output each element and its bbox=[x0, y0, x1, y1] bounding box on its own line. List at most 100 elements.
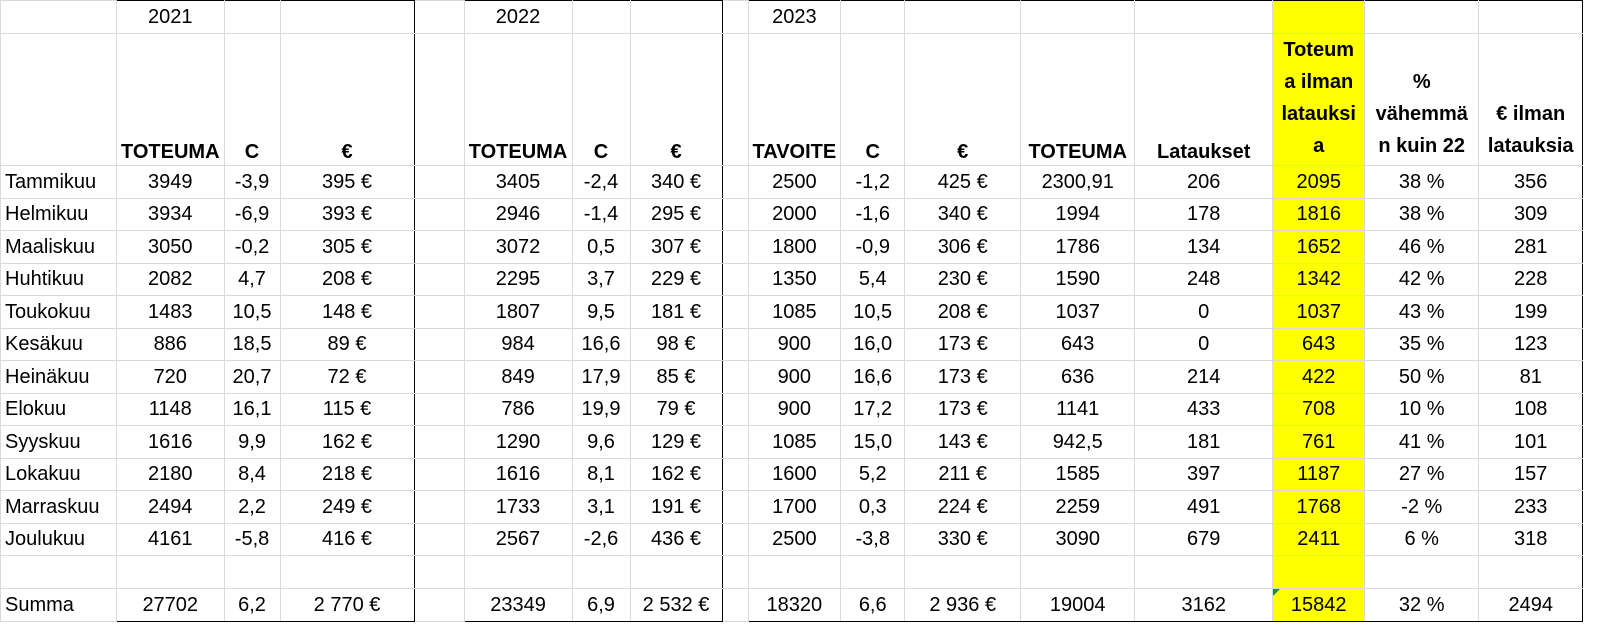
cell-c-2021[interactable]: 10,5 bbox=[223, 295, 281, 329]
cell-eur-2021[interactable]: 89 € bbox=[279, 327, 415, 361]
cell-tavoite-2023[interactable]: 2000 bbox=[747, 197, 842, 231]
cell-lataukset[interactable]: 214 bbox=[1134, 360, 1274, 394]
cell-toteuma-2022[interactable]: 1290 bbox=[463, 425, 573, 459]
cell-lataukset[interactable]: 491 bbox=[1134, 490, 1274, 524]
cell[interactable] bbox=[721, 327, 749, 361]
header-toteuma-2022[interactable]: TOTEUMA bbox=[463, 33, 573, 166]
cell-toteuma-ilman-latauksia[interactable]: 708 bbox=[1272, 392, 1366, 426]
cell-toteuma-2022[interactable]: 2567 bbox=[463, 522, 573, 556]
year-2023-label[interactable]: 2023 bbox=[747, 0, 842, 34]
cell[interactable] bbox=[721, 457, 749, 491]
cell-eur-2022[interactable]: 191 € bbox=[629, 490, 723, 524]
cell-toteuma-2021[interactable]: 1483 bbox=[116, 295, 225, 329]
cell-toteuma-ilman-latauksia[interactable]: 1187 bbox=[1272, 457, 1366, 491]
cell-percent-less-than-22[interactable]: 10 % bbox=[1364, 392, 1480, 426]
cell[interactable] bbox=[1272, 0, 1366, 34]
cell-eur-2023[interactable]: 208 € bbox=[904, 295, 1022, 329]
cell-toteuma-ilman-latauksia[interactable]: 2411 bbox=[1272, 522, 1366, 556]
cell-c-2023[interactable]: 0,3 bbox=[840, 490, 906, 524]
cell-percent-less-than-22[interactable]: 6 % bbox=[1364, 522, 1480, 556]
cell-toteuma-2021[interactable]: 4161 bbox=[116, 522, 225, 556]
cell-lataukset[interactable]: 178 bbox=[1134, 197, 1274, 231]
cell[interactable] bbox=[721, 165, 749, 199]
cell-toteuma-2021[interactable]: 886 bbox=[116, 327, 225, 361]
cell-c-2023[interactable]: 5,2 bbox=[840, 457, 906, 491]
cell[interactable] bbox=[721, 555, 749, 589]
cell[interactable] bbox=[840, 555, 906, 589]
cell-toteuma-2022[interactable]: 1807 bbox=[463, 295, 573, 329]
header-percent-less-than-22[interactable]: % vähemmä n kuin 22 bbox=[1364, 33, 1480, 166]
cell-tavoite-2023[interactable]: 1700 bbox=[747, 490, 842, 524]
cell-c-2021[interactable]: -6,9 bbox=[223, 197, 281, 231]
cell-toteuma-2023[interactable]: 19004 bbox=[1020, 588, 1136, 622]
cell-lataukset[interactable]: 206 bbox=[1134, 165, 1274, 199]
cell-toteuma-2023[interactable]: 3090 bbox=[1020, 522, 1136, 556]
cell-eur-2021[interactable]: 218 € bbox=[279, 457, 415, 491]
cell[interactable] bbox=[223, 0, 281, 34]
cell-eur-2022[interactable]: 85 € bbox=[629, 360, 723, 394]
cell-eur-2023[interactable]: 224 € bbox=[904, 490, 1022, 524]
cell-percent-less-than-22[interactable]: -2 % bbox=[1364, 490, 1480, 524]
cell-eur-2021[interactable]: 305 € bbox=[279, 230, 415, 264]
cell-toteuma-ilman-latauksia[interactable]: 1037 bbox=[1272, 295, 1366, 329]
cell-eur-2023[interactable]: 306 € bbox=[904, 230, 1022, 264]
cell-eur-2022[interactable]: 295 € bbox=[629, 197, 723, 231]
cell-eur-ilman-latauksia[interactable]: 108 bbox=[1478, 392, 1584, 426]
cell-eur-2022[interactable]: 79 € bbox=[629, 392, 723, 426]
cell[interactable] bbox=[0, 0, 117, 34]
cell-c-2023[interactable]: -1,2 bbox=[840, 165, 906, 199]
cell-eur-2021[interactable]: 393 € bbox=[279, 197, 415, 231]
cell[interactable] bbox=[116, 555, 225, 589]
cell-eur-2022[interactable]: 181 € bbox=[629, 295, 723, 329]
cell[interactable] bbox=[721, 392, 749, 426]
cell-c-2022[interactable]: 3,7 bbox=[571, 262, 631, 296]
cell-c-2022[interactable]: 19,9 bbox=[571, 392, 631, 426]
cell-eur-2022[interactable]: 2 532 € bbox=[629, 588, 723, 622]
cell[interactable] bbox=[413, 490, 465, 524]
cell-eur-ilman-latauksia[interactable]: 233 bbox=[1478, 490, 1584, 524]
cell-eur-2021[interactable]: 208 € bbox=[279, 262, 415, 296]
cell-toteuma-2023[interactable]: 1141 bbox=[1020, 392, 1136, 426]
cell[interactable] bbox=[413, 0, 465, 34]
cell-tavoite-2023[interactable]: 1600 bbox=[747, 457, 842, 491]
cell-toteuma-ilman-latauksia[interactable]: 1816 bbox=[1272, 197, 1366, 231]
cell-tavoite-2023[interactable]: 1800 bbox=[747, 230, 842, 264]
cell[interactable] bbox=[413, 588, 465, 622]
cell-toteuma-2022[interactable]: 3405 bbox=[463, 165, 573, 199]
cell[interactable] bbox=[721, 425, 749, 459]
cell-c-2021[interactable]: 6,2 bbox=[223, 588, 281, 622]
cell[interactable] bbox=[721, 588, 749, 622]
cell-percent-less-than-22[interactable]: 27 % bbox=[1364, 457, 1480, 491]
month-label[interactable]: Kesäkuu bbox=[0, 327, 117, 361]
month-label[interactable]: Huhtikuu bbox=[0, 262, 117, 296]
cell-toteuma-2023[interactable]: 942,5 bbox=[1020, 425, 1136, 459]
cell-percent-less-than-22[interactable]: 35 % bbox=[1364, 327, 1480, 361]
cell-percent-less-than-22[interactable]: 42 % bbox=[1364, 262, 1480, 296]
cell-toteuma-ilman-latauksia[interactable]: 1652 bbox=[1272, 230, 1366, 264]
cell-toteuma-2022[interactable]: 2295 bbox=[463, 262, 573, 296]
cell-c-2021[interactable]: -3,9 bbox=[223, 165, 281, 199]
cell-toteuma-2022[interactable]: 23349 bbox=[463, 588, 573, 622]
cell-tavoite-2023[interactable]: 2500 bbox=[747, 165, 842, 199]
cell[interactable] bbox=[721, 295, 749, 329]
cell-c-2022[interactable]: 9,5 bbox=[571, 295, 631, 329]
year-2022-label[interactable]: 2022 bbox=[463, 0, 573, 34]
cell-eur-2022[interactable]: 436 € bbox=[629, 522, 723, 556]
cell[interactable] bbox=[1478, 555, 1584, 589]
month-label[interactable]: Helmikuu bbox=[0, 197, 117, 231]
cell-c-2023[interactable]: 10,5 bbox=[840, 295, 906, 329]
cell-c-2022[interactable]: 16,6 bbox=[571, 327, 631, 361]
cell-c-2023[interactable]: -3,8 bbox=[840, 522, 906, 556]
cell[interactable] bbox=[0, 555, 117, 589]
cell-eur-2021[interactable]: 72 € bbox=[279, 360, 415, 394]
cell[interactable] bbox=[1020, 0, 1136, 34]
cell[interactable] bbox=[413, 327, 465, 361]
cell-toteuma-ilman-latauksia[interactable]: 643 bbox=[1272, 327, 1366, 361]
cell[interactable] bbox=[413, 457, 465, 491]
month-label[interactable]: Maaliskuu bbox=[0, 230, 117, 264]
cell[interactable] bbox=[413, 165, 465, 199]
cell-c-2021[interactable]: -0,2 bbox=[223, 230, 281, 264]
cell-toteuma-2023[interactable]: 1590 bbox=[1020, 262, 1136, 296]
cell-percent-less-than-22[interactable]: 38 % bbox=[1364, 165, 1480, 199]
cell[interactable] bbox=[1020, 555, 1136, 589]
